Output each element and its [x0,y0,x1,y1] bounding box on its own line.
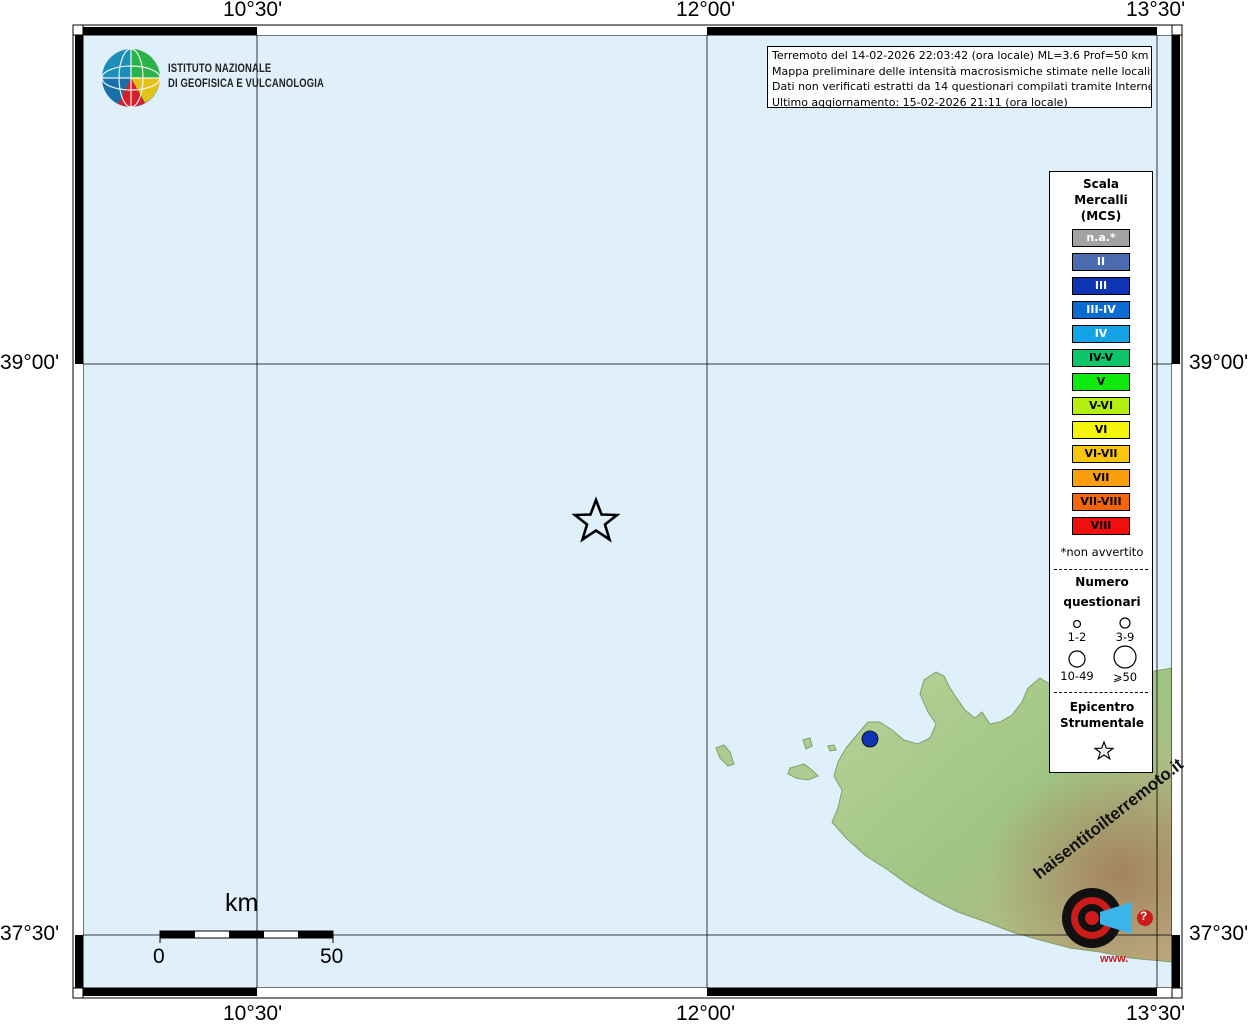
legend-swatch: III-IV [1072,301,1130,319]
legend-title-line3: (MCS) [1080,209,1122,223]
lon-label-bottom-1030: 10°30' [223,1002,283,1025]
watermark-www-text: www. [1100,953,1129,965]
legend-swatch: IV-V [1072,349,1130,367]
lat-label-left-3900: 39°00' [0,351,60,374]
count-label-3-9: 3-9 [1115,630,1135,644]
legend-swatch: V-VI [1072,397,1130,415]
legend-title: Scala Mercalli (MCS) [1050,176,1152,224]
legend-swatch: III [1072,277,1130,295]
lon-label-bottom-1330: 13°30' [1126,1002,1186,1025]
count-title-line2: questionari [1063,595,1141,609]
epicenter-title-line2: Strumentale [1059,716,1145,730]
legend-swatch: VIII [1072,517,1130,535]
legend-star-icon [1093,740,1115,761]
lat-label-left-3730: 37°30' [0,922,60,945]
legend-separator [1054,569,1148,570]
legend-swatch: V [1072,373,1130,391]
legend-swatch: VII [1072,469,1130,487]
count-symbol-1-2 [1072,619,1082,629]
legend-note: *non avvertito [1060,545,1144,559]
scale-end: 50 [320,945,344,968]
legend-swatch: II [1072,253,1130,271]
legend-swatch: IV [1072,325,1130,343]
count-title-line1: Numero [1075,575,1129,589]
watermark-question-icon: ? [1140,909,1148,923]
legend-title-line1: Scala [1082,177,1120,191]
legend-swatch: VII-VIII [1072,493,1130,511]
scale-start: 0 [153,945,165,968]
lon-label-top-1330: 13°30' [1126,0,1186,21]
count-label-1-2: 1-2 [1067,630,1087,644]
count-symbol-3-9 [1119,617,1131,629]
event-info-line1: Terremoto del 14-02-2026 22:03:42 (ora l… [772,49,1149,62]
count-label-10-49: 10-49 [1060,669,1094,683]
intensity-point-iii [861,730,879,748]
intensity-legend: Scala Mercalli (MCS) n.a.* II III III-IV IV I… [1049,171,1153,773]
lon-label-bottom-1200: 12°00' [676,1002,736,1025]
legend-title-line2: Mercalli [1074,193,1128,207]
lon-label-top-1030: 10°30' [223,0,283,21]
legend-separator-2 [1054,692,1148,693]
event-info-line4: Ultimo aggiornamento: 15-02-2026 21:11 (… [772,95,1068,108]
island-small [827,744,837,752]
epicenter-title-line1: Epicentro [1069,700,1135,714]
legend-swatch: VI [1072,421,1130,439]
ingv-logo-line1: ISTITUTO NAZIONALE [168,63,272,75]
event-info-line3: Dati non verificati estratti da 14 quest… [772,80,1152,93]
legend-swatch: n.a.* [1072,229,1130,247]
ingv-logo-text: ISTITUTO NAZIONALE DI GEOFISICA E VULCAN… [168,62,324,92]
lat-label-right-3900: 39°00' [1189,351,1249,374]
scale-unit: km [225,889,259,917]
event-info-box: Terremoto del 14-02-2026 22:03:42 (ora l… [767,46,1152,108]
ingv-globe-icon [101,48,161,108]
count-label-50: ⩾50 [1112,670,1138,684]
lon-label-top-1200: 12°00' [676,0,736,21]
count-symbol-10-49 [1068,650,1086,668]
ingv-logo-line2: DI GEOFISICA E VULCANOLOGIA [168,78,325,90]
lat-label-right-3730: 37°30' [1189,922,1249,945]
event-info-line2: Mappa preliminare delle intensità macros… [772,64,1152,78]
legend-swatch: VI-VII [1072,445,1130,463]
count-symbol-50 [1113,645,1137,669]
